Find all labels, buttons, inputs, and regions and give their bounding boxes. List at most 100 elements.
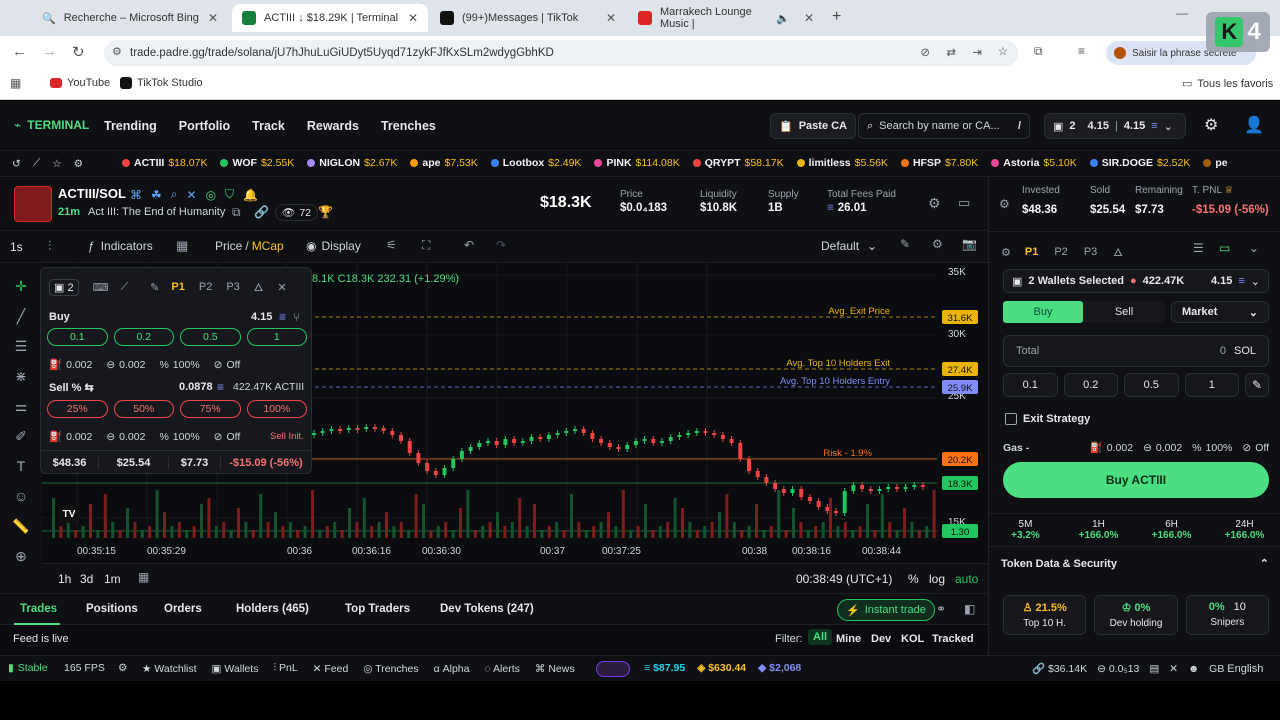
range-1m[interactable]: 1m xyxy=(104,572,121,586)
side-sell[interactable]: Sell xyxy=(1083,301,1165,323)
language-selector[interactable]: GB English xyxy=(1209,663,1263,675)
magic-icon[interactable]: ✎ xyxy=(900,237,910,251)
gear-icon[interactable]: ⚙ xyxy=(999,197,1010,211)
share-icon[interactable]: ⚭ xyxy=(936,602,946,616)
close-icon[interactable]: ✕ xyxy=(208,11,218,25)
camera-icon[interactable]: 📷 xyxy=(962,237,977,251)
link-icon[interactable]: 🔗 xyxy=(254,205,269,219)
filter-kol[interactable]: KOL xyxy=(901,633,924,645)
preset-p1[interactable]: P1 xyxy=(1025,246,1038,258)
nav-trenches[interactable]: Trenches xyxy=(381,119,436,133)
ticker-item[interactable]: WOF $2.55K xyxy=(220,157,294,169)
minimize-button[interactable]: — xyxy=(1176,6,1188,20)
apps-grid-icon[interactable]: ▦ xyxy=(10,76,21,90)
amount-0.1[interactable]: 0.1 xyxy=(1003,373,1058,397)
bell-icon[interactable]: 🔔 xyxy=(243,188,258,202)
site-info-icon[interactable]: ⚙ xyxy=(112,45,122,58)
close-icon[interactable]: ✕ xyxy=(408,11,418,25)
chart-icon[interactable]: ⟋ xyxy=(33,157,40,170)
ticker-item[interactable]: QRYPT $58.17K xyxy=(692,157,784,169)
no-camera-icon[interactable]: ⊘ xyxy=(920,45,930,59)
preset-p1[interactable]: P1 xyxy=(171,281,184,293)
preset-p2[interactable]: P2 xyxy=(199,281,212,293)
status-trenches[interactable]: ◎ Trenches xyxy=(363,663,418,675)
edit-icon[interactable]: ✎ xyxy=(150,281,159,294)
fib-icon[interactable]: ⚌ xyxy=(0,391,42,421)
pattern-icon[interactable]: ⋇ xyxy=(0,361,42,391)
log-toggle[interactable]: log xyxy=(929,572,945,586)
user-profile-icon[interactable]: 👤 xyxy=(1244,115,1264,135)
sell-initials-button[interactable]: Sell Init. xyxy=(270,431,304,442)
panel-icon[interactable]: ▭ xyxy=(1219,241,1230,255)
speaker-icon[interactable]: 🔈 xyxy=(776,12,790,25)
calendar-icon[interactable]: ▦ xyxy=(138,570,149,584)
horizontal-lines-icon[interactable]: ☰ xyxy=(0,331,42,361)
chain-pills-icon[interactable] xyxy=(596,661,630,677)
route-icon[interactable]: ⑂ xyxy=(293,310,300,324)
browser-tab-terminal[interactable]: ACTIII ↓ $18.29K | Terminal ✕ xyxy=(232,4,428,32)
browser-tab-bing[interactable]: 🔍 Recherche – Microsoft Bing ✕ xyxy=(32,4,228,32)
exit-strategy-toggle[interactable]: Exit Strategy xyxy=(1005,413,1090,425)
list-icon[interactable]: ☰ xyxy=(1193,241,1204,255)
connection-status[interactable]: ▮ Stable xyxy=(8,662,48,674)
x-icon[interactable]: ✕ xyxy=(187,188,197,202)
zoom-icon[interactable]: ⊕ xyxy=(0,541,42,571)
tradingview-logo[interactable]: TV xyxy=(58,505,80,523)
auto-toggle[interactable]: auto xyxy=(955,572,978,586)
ticker-item[interactable]: ACTIII $18.07K xyxy=(122,157,207,169)
link-icon[interactable]: ⌘ xyxy=(130,188,142,202)
pump-icon[interactable]: ◎ xyxy=(206,188,216,202)
range-3d[interactable]: 3d xyxy=(80,572,93,586)
ticker-item[interactable]: Astoria $5.10K xyxy=(991,157,1077,169)
buy-settings[interactable]: ⛽ 0.002 ⊖ 0.002 % 100% ⊘ Off xyxy=(49,358,240,372)
status-alpha[interactable]: α Alpha xyxy=(434,663,470,675)
candle-type-icon[interactable]: ⫶ xyxy=(48,238,51,254)
amount-1[interactable]: 1 xyxy=(1184,373,1239,397)
close-icon[interactable]: ✕ xyxy=(277,281,286,294)
layout-default-select[interactable]: Default ⌄ xyxy=(821,239,877,253)
side-buy[interactable]: Buy xyxy=(1003,301,1083,323)
media-icon[interactable]: ≡ xyxy=(1078,44,1085,58)
gas-settings[interactable]: Gas - ⛽ 0.002 ⊖ 0.002 % 100% ⊘ Off xyxy=(1003,441,1269,455)
docs-icon[interactable]: ▤ xyxy=(1149,663,1159,675)
indicators-button[interactable]: ƒ Indicators xyxy=(88,239,153,253)
extensions-icon[interactable]: ⧉ xyxy=(1034,44,1043,59)
nav-trending[interactable]: Trending xyxy=(104,119,157,133)
wallets-selector[interactable]: ▣ 2 Wallets Selected ● 422.47K 4.15 ≡ ⌄ xyxy=(1003,269,1269,293)
shield-icon[interactable]: ⛉ xyxy=(225,187,234,202)
range-1h[interactable]: 1h xyxy=(58,572,71,586)
ruler-icon[interactable]: 📏 xyxy=(0,511,42,541)
order-type-select[interactable]: Market ⌄ xyxy=(1171,301,1269,323)
tree-icon[interactable]: ☘ xyxy=(151,188,162,202)
paste-ca-button[interactable]: 📋 Paste CA xyxy=(770,113,856,139)
bookmark-youtube[interactable]: YouTube xyxy=(50,77,110,89)
install-icon[interactable]: ⇥ xyxy=(972,45,982,59)
filter-mine[interactable]: Mine xyxy=(836,633,861,645)
ticker-item[interactable]: limitless $5.56K xyxy=(796,157,888,169)
chevron-down-icon[interactable]: ⌄ xyxy=(1249,241,1259,255)
ticker-item[interactable]: Lootbox $2.49K xyxy=(490,157,581,169)
discord-icon[interactable]: ☻ xyxy=(1188,663,1199,675)
nav-rewards[interactable]: Rewards xyxy=(307,119,359,133)
search-input[interactable]: ⌕ Search by name or CA... / xyxy=(858,113,1030,139)
nav-track[interactable]: Track xyxy=(252,119,285,133)
new-tab-button[interactable]: + xyxy=(832,8,841,26)
bookmark-tiktok-studio[interactable]: TikTok Studio xyxy=(120,77,203,89)
crosshair-icon[interactable]: ✛ xyxy=(0,271,42,301)
gear-icon[interactable]: ⚙ xyxy=(74,158,83,170)
close-icon[interactable]: ✕ xyxy=(804,11,814,25)
quick-sell-100[interactable]: 100% xyxy=(246,400,307,418)
brush-icon[interactable]: ✐ xyxy=(0,421,42,451)
quick-sell-50[interactable]: 50% xyxy=(113,400,174,418)
redo-icon[interactable]: ↷ xyxy=(496,238,506,252)
back-icon[interactable]: ← xyxy=(12,43,27,60)
gear-icon[interactable]: ⚙ xyxy=(932,237,943,251)
filter-dev[interactable]: Dev xyxy=(871,633,891,645)
gear-icon[interactable]: ⚙ xyxy=(1001,246,1011,259)
filter-all[interactable]: All xyxy=(808,629,833,645)
price-mcap-toggle[interactable]: Price / MCap xyxy=(215,239,284,253)
tab-holders[interactable]: Holders (465) xyxy=(236,603,309,615)
interval-selector[interactable]: 1s xyxy=(10,240,23,254)
preset-p3[interactable]: P3 xyxy=(226,281,239,293)
instant-trade-button[interactable]: ⚡ Instant trade xyxy=(837,599,935,621)
